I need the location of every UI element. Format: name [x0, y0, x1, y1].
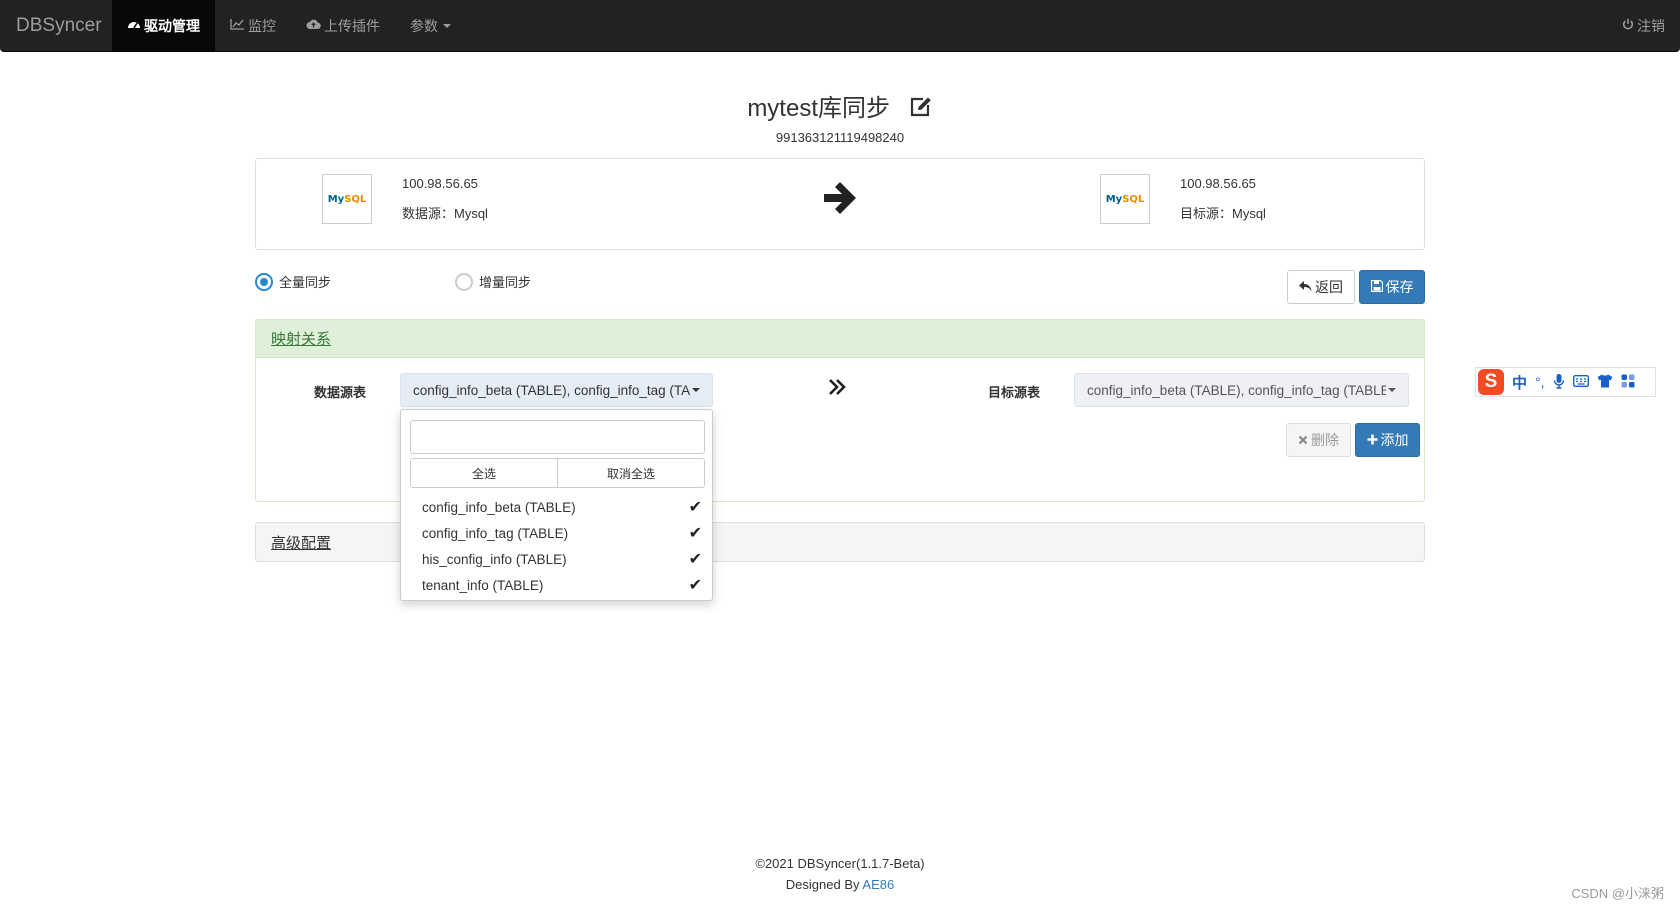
radio-incremental-sync[interactable]: 增量同步: [455, 272, 531, 291]
keyboard-icon[interactable]: [1572, 374, 1589, 390]
plus-icon: [1367, 432, 1378, 448]
source-table-label: 数据源表: [314, 385, 367, 400]
nav-params-dropdown[interactable]: 参数: [395, 0, 466, 51]
source-type: 数据源：Mysql: [402, 206, 488, 221]
dropdown-option[interactable]: config_info_tag (TABLE) ✔: [401, 520, 714, 546]
nav-label: 驱动管理: [144, 17, 200, 34]
edit-icon[interactable]: [909, 96, 933, 125]
dropdown-options: config_info_beta (TABLE) ✔ config_info_t…: [401, 494, 714, 598]
save-button[interactable]: 保存: [1359, 270, 1425, 304]
nav-driver-management[interactable]: 驱动管理: [112, 0, 215, 51]
checkmark-icon: ✔: [688, 499, 702, 516]
source-table-select[interactable]: config_info_beta (TABLE), config_info_ta…: [400, 373, 713, 407]
deselect-all-button[interactable]: 取消全选: [557, 459, 704, 487]
checkmark-icon: ✔: [688, 577, 702, 594]
driver-id: 991363121119498240: [775, 130, 905, 145]
chart-line-icon: [230, 18, 245, 33]
checkmark-icon: ✔: [688, 551, 702, 568]
mysql-target-logo: MySQL: [1100, 174, 1150, 224]
select-all-button[interactable]: 全选: [411, 459, 557, 487]
add-button[interactable]: 添加: [1355, 423, 1420, 457]
double-chevron-right-icon: [828, 376, 848, 402]
radio-full-sync[interactable]: 全量同步: [255, 272, 331, 291]
floppy-disk-icon: [1370, 279, 1383, 295]
checkmark-icon: ✔: [688, 525, 702, 542]
dashboard-icon: [127, 18, 141, 33]
mapping-panel-heading[interactable]: 映射关系: [256, 320, 1424, 358]
dropdown-actions: 全选 取消全选: [410, 458, 705, 488]
target-table-select[interactable]: config_info_beta (TABLE), config_info_ta…: [1074, 373, 1409, 407]
ime-mode[interactable]: 中: [1512, 372, 1527, 393]
target-host: 100.98.56.65: [1180, 176, 1256, 191]
apps-grid-icon[interactable]: [1621, 374, 1635, 391]
arrow-right-icon: [820, 179, 858, 227]
target-table-label: 目标源表: [988, 385, 1041, 400]
radio-unchecked-icon[interactable]: [455, 272, 473, 291]
author-link[interactable]: AE86: [862, 877, 894, 892]
source-host: 100.98.56.65: [402, 176, 478, 191]
dropdown-search-input[interactable]: [410, 420, 705, 454]
close-icon: [1298, 432, 1308, 448]
ime-punctuation[interactable]: °,: [1535, 374, 1545, 390]
sogou-logo-icon[interactable]: S: [1478, 369, 1504, 395]
nav-label: 监控: [248, 17, 276, 34]
nav-monitor[interactable]: 监控: [215, 0, 291, 51]
caret-down-icon: [1388, 388, 1396, 392]
brand-logo[interactable]: DBSyncer: [0, 0, 112, 51]
page-title: mytest库同步: [0, 88, 1680, 125]
caret-down-icon: [692, 388, 700, 392]
logout-button[interactable]: 注销: [1607, 0, 1680, 51]
delete-button[interactable]: 删除: [1286, 423, 1351, 457]
logout-label: 注销: [1637, 17, 1665, 34]
ime-toolbar: S 中 °,: [1475, 367, 1656, 397]
connection-panel: MySQL 100.98.56.65 数据源：Mysql MySQL 100.9…: [255, 158, 1425, 250]
cloud-upload-icon: [306, 18, 321, 33]
reply-icon: [1299, 279, 1312, 295]
footer-designed-by: Designed By AE86: [785, 877, 895, 892]
target-type: 目标源：Mysql: [1180, 206, 1266, 221]
nav-upload-plugin[interactable]: 上传插件: [291, 0, 395, 51]
advanced-config-heading: 高级配置: [271, 534, 332, 552]
page-title-text: mytest库同步: [747, 95, 890, 122]
radio-checked-icon[interactable]: [255, 272, 273, 291]
watermark: CSDN @小涞粥: [1571, 886, 1664, 901]
source-table-dropdown: 全选 取消全选 config_info_beta (TABLE) ✔ confi…: [400, 409, 713, 601]
footer-copyright: ©2021 DBSyncer(1.1.7-Beta): [755, 856, 925, 871]
dropdown-option[interactable]: tenant_info (TABLE) ✔: [401, 572, 714, 598]
dropdown-option[interactable]: his_config_info (TABLE) ✔: [401, 546, 714, 572]
radio-label: 全量同步: [279, 275, 332, 290]
radio-label: 增量同步: [479, 275, 532, 290]
microphone-icon[interactable]: [1553, 373, 1565, 392]
top-navbar: DBSyncer 驱动管理 监控 上传插件 参数 注销: [0, 0, 1680, 52]
mysql-source-logo: MySQL: [322, 174, 372, 224]
shirt-icon[interactable]: [1597, 374, 1613, 391]
dropdown-option[interactable]: config_info_beta (TABLE) ✔: [401, 494, 714, 520]
nav-label: 上传插件: [324, 17, 380, 34]
power-icon: [1622, 18, 1634, 33]
nav-label: 参数: [410, 17, 438, 34]
back-button[interactable]: 返回: [1287, 270, 1355, 304]
caret-down-icon: [443, 23, 451, 28]
